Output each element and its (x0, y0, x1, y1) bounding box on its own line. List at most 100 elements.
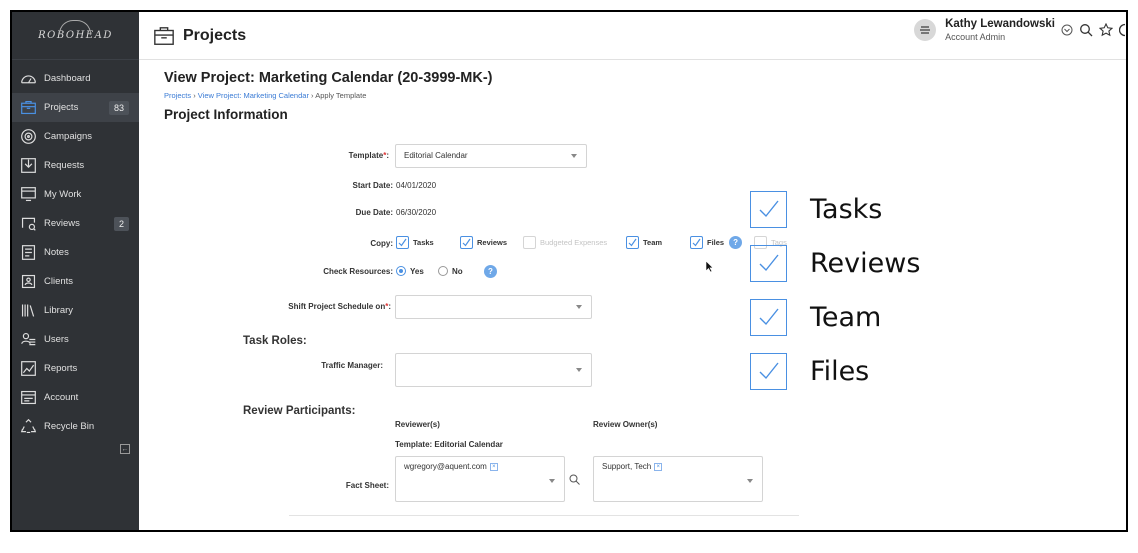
sidebar-item-label: Users (44, 334, 69, 345)
review-icon (19, 215, 37, 233)
clock-icon-partial[interactable] (1119, 23, 1126, 37)
user-menu[interactable]: Kathy Lewandowski Account Admin (914, 18, 1126, 42)
breadcrumb-separator: › (311, 91, 314, 100)
user-name: Kathy Lewandowski (945, 18, 1055, 30)
review-owner-multiselect[interactable]: Support, Tech × (593, 456, 763, 502)
sidebar-item-library[interactable]: Library (12, 296, 139, 325)
user-info: Kathy Lewandowski Account Admin (945, 18, 1055, 42)
start-date-label: Start Date: (352, 181, 393, 190)
owner-tag-text: Support, Tech (602, 462, 652, 471)
sidebar-item-dashboard[interactable]: Dashboard (12, 64, 139, 93)
check-resources-label: Check Resources: (323, 267, 393, 276)
owner-tag: Support, Tech × (602, 462, 663, 471)
sidebar-item-label: Account (44, 392, 79, 403)
check-resources-help: ? (479, 265, 497, 278)
check-resources-no-radio[interactable]: No (438, 266, 463, 276)
remove-tag-icon[interactable]: × (489, 462, 498, 471)
chevron-down-icon (571, 154, 577, 158)
page-title: View Project: Marketing Calendar (20-399… (164, 70, 493, 86)
task-roles-heading: Task Roles: (243, 335, 307, 347)
chevron-down-icon (576, 305, 582, 309)
collapse-sidebar-button[interactable]: ← (120, 444, 130, 454)
sidebar-item-recycle-bin[interactable]: Recycle Bin (12, 412, 139, 441)
help-icon[interactable]: ? (729, 236, 743, 249)
copy-tasks-label: Tasks (413, 238, 434, 247)
copy-budgeted-expenses-checkbox[interactable]: Budgeted Expenses (523, 236, 607, 249)
library-icon (19, 302, 37, 320)
copy-files-checkbox[interactable]: Files ? (690, 236, 743, 249)
projects-count-badge: 83 (108, 100, 129, 115)
star-icon[interactable] (1099, 23, 1113, 37)
checkbox-checked-icon (750, 352, 787, 390)
reviewer-multiselect[interactable]: wgregory@aquent.com × (395, 456, 565, 502)
monitor-icon (19, 186, 37, 204)
review-participants-heading: Review Participants: (243, 405, 356, 417)
sidebar-item-users[interactable]: Users (12, 325, 139, 354)
chevron-down-icon (576, 368, 582, 372)
fact-sheet-label: Fact Sheet: (345, 481, 389, 490)
traffic-manager-select[interactable] (395, 353, 592, 387)
collapse-arrow-icon: ← (121, 445, 129, 453)
chevron-circle-icon[interactable] (1061, 24, 1073, 36)
avatar-icon (920, 26, 931, 34)
check-resources-yes-radio[interactable]: Yes (396, 266, 424, 276)
sidebar-item-clients[interactable]: Clients (12, 267, 139, 296)
checkbox-checked-icon (626, 236, 639, 249)
sidebar-item-projects[interactable]: Projects 83 (12, 93, 139, 122)
sidebar-item-label: Recycle Bin (44, 421, 95, 432)
copy-reviews-label: Reviews (477, 238, 508, 247)
review-template-note: Template: Editorial Calendar (395, 440, 503, 449)
help-icon[interactable]: ? (484, 265, 497, 278)
copy-reviews-checkbox[interactable]: Reviews (460, 236, 507, 249)
briefcase-icon (19, 99, 37, 117)
shift-schedule-select[interactable] (395, 295, 592, 319)
reviewer-tag-text: wgregory@aquent.com (404, 462, 487, 471)
sidebar-item-label: Library (44, 305, 74, 316)
section-heading: Project Information (164, 107, 288, 122)
callout-item-reviews: Reviews (750, 236, 920, 290)
sidebar-item-requests[interactable]: Requests (12, 151, 139, 180)
chevron-down-icon (747, 479, 753, 483)
remove-tag-icon[interactable]: × (654, 462, 663, 471)
checkbox-checked-icon (690, 236, 703, 249)
users-icon (19, 331, 37, 349)
recycle-icon (19, 418, 37, 436)
logo[interactable]: ROBOHEAD (12, 12, 139, 60)
sidebar-item-account[interactable]: Account (12, 383, 139, 412)
sidebar-item-notes[interactable]: Notes (12, 238, 139, 267)
logo-arc (59, 20, 91, 34)
shift-schedule-label-text: Shift Project Schedule on (288, 302, 386, 311)
breadcrumb-projects-link[interactable]: Projects (164, 91, 191, 100)
clients-icon (19, 273, 37, 291)
copy-team-label: Team (643, 238, 663, 247)
breadcrumb-separator: › (193, 91, 196, 100)
avatar[interactable] (914, 19, 937, 41)
sidebar-item-label: My Work (44, 189, 82, 200)
copy-team-checkbox[interactable]: Team (626, 236, 662, 249)
sidebar-item-campaigns[interactable]: Campaigns (12, 122, 139, 151)
sidebar-item-reports[interactable]: Reports (12, 354, 139, 383)
callout-label: Team (810, 301, 882, 333)
copy-files-label: Files (707, 238, 725, 247)
top-header: Projects Kathy Lewandowski Account Admin (139, 12, 1126, 60)
target-icon (19, 128, 37, 146)
breadcrumb-view-project-link[interactable]: View Project: Marketing Calendar (198, 91, 309, 100)
search-icon[interactable] (569, 474, 580, 485)
inbox-icon (19, 157, 37, 175)
sidebar-item-label: Reviews (44, 218, 80, 229)
start-date-value: 04/01/2020 (396, 181, 437, 190)
main-content: View Project: Marketing Calendar (20-399… (139, 60, 1126, 530)
sidebar-item-label: Notes (44, 247, 69, 258)
radio-selected-icon (396, 266, 406, 276)
header-tools (1061, 23, 1126, 37)
checkbox-checked-icon (750, 298, 787, 336)
template-select[interactable]: Editorial Calendar (395, 144, 587, 168)
copy-tasks-checkbox[interactable]: Tasks (396, 236, 434, 249)
mouse-cursor-icon (705, 260, 714, 273)
callout-item-tasks: Tasks (750, 182, 920, 236)
sidebar-item-reviews[interactable]: Reviews 2 (12, 209, 139, 238)
search-icon[interactable] (1079, 23, 1093, 37)
sidebar-item-my-work[interactable]: My Work (12, 180, 139, 209)
template-select-value: Editorial Calendar (404, 151, 468, 160)
callout-label: Tasks (810, 193, 883, 225)
